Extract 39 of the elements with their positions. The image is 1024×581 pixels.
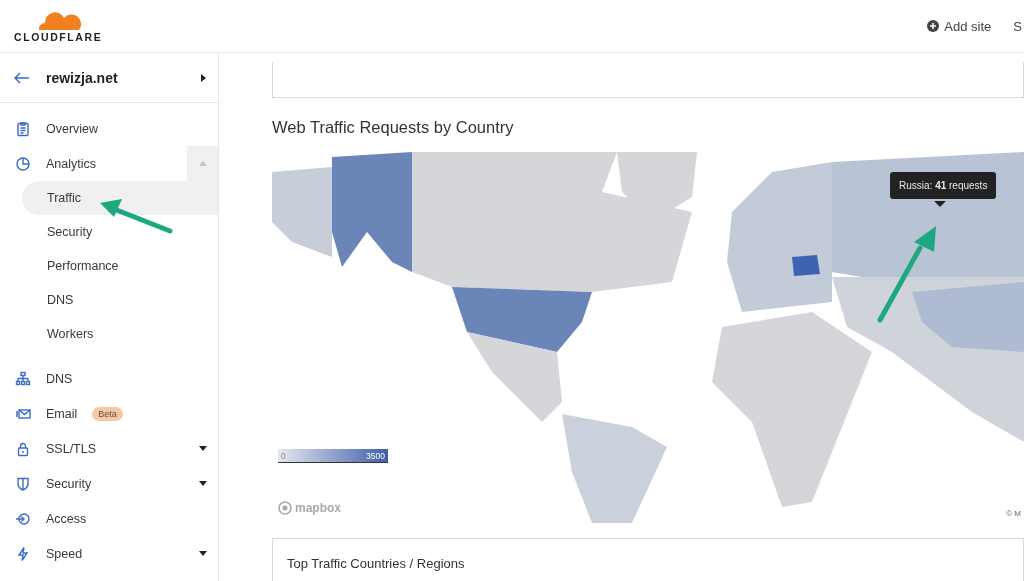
shield-icon [15, 475, 31, 492]
sidebar-item[interactable]: DNS [0, 361, 218, 396]
sidebar-subitem[interactable]: Traffic [22, 181, 218, 215]
map-copyright: © M [1006, 509, 1021, 518]
sidebar-item[interactable]: Access [0, 501, 218, 536]
site-name: rewizja.net [46, 69, 119, 86]
sidebar-subitem[interactable]: Security [22, 215, 218, 249]
sidebar-subitem[interactable]: Workers [22, 317, 218, 351]
map-legend: 0 3500 [278, 449, 388, 463]
caret-icon [198, 446, 207, 451]
beta-badge: Beta [92, 406, 123, 421]
sidebar-item[interactable]: SSL/TLS [0, 431, 218, 466]
lightning-icon [15, 545, 31, 562]
lock-icon [15, 440, 31, 457]
sidebar-subitem[interactable]: Performance [22, 249, 218, 283]
tooltip-pointer-icon [934, 201, 946, 207]
plus-icon [927, 20, 940, 32]
logo-text: CLOUDFLARE [14, 30, 103, 43]
caret-icon[interactable] [201, 73, 206, 82]
sign-in-icon [15, 510, 31, 527]
sidebar-item[interactable]: Security [0, 466, 218, 501]
pie-chart-icon [15, 155, 31, 172]
network-icon [15, 370, 31, 387]
section-title: Web Traffic Requests by Country [272, 118, 515, 137]
sidebar-item[interactable]: Speed [0, 536, 218, 571]
mapbox-logo-icon [278, 501, 292, 515]
sidebar-item[interactable]: Analytics [0, 146, 218, 181]
sidebar-subitem[interactable]: DNS [22, 283, 218, 317]
map-tooltip: Russia: 41 requests [890, 172, 997, 199]
caret-icon [198, 551, 207, 556]
sidebar-item[interactable]: Overview [0, 111, 218, 146]
caret-icon [198, 481, 207, 486]
clipboard-icon [15, 120, 31, 137]
back-arrow-icon[interactable] [14, 71, 30, 84]
header-link[interactable]: S [1013, 18, 1022, 34]
card-title: Top Traffic Countries / Regions [287, 556, 465, 571]
sidebar-item[interactable]: Email Beta [0, 396, 218, 431]
caret-icon [198, 161, 207, 166]
header-link[interactable]: Add site [927, 18, 992, 34]
